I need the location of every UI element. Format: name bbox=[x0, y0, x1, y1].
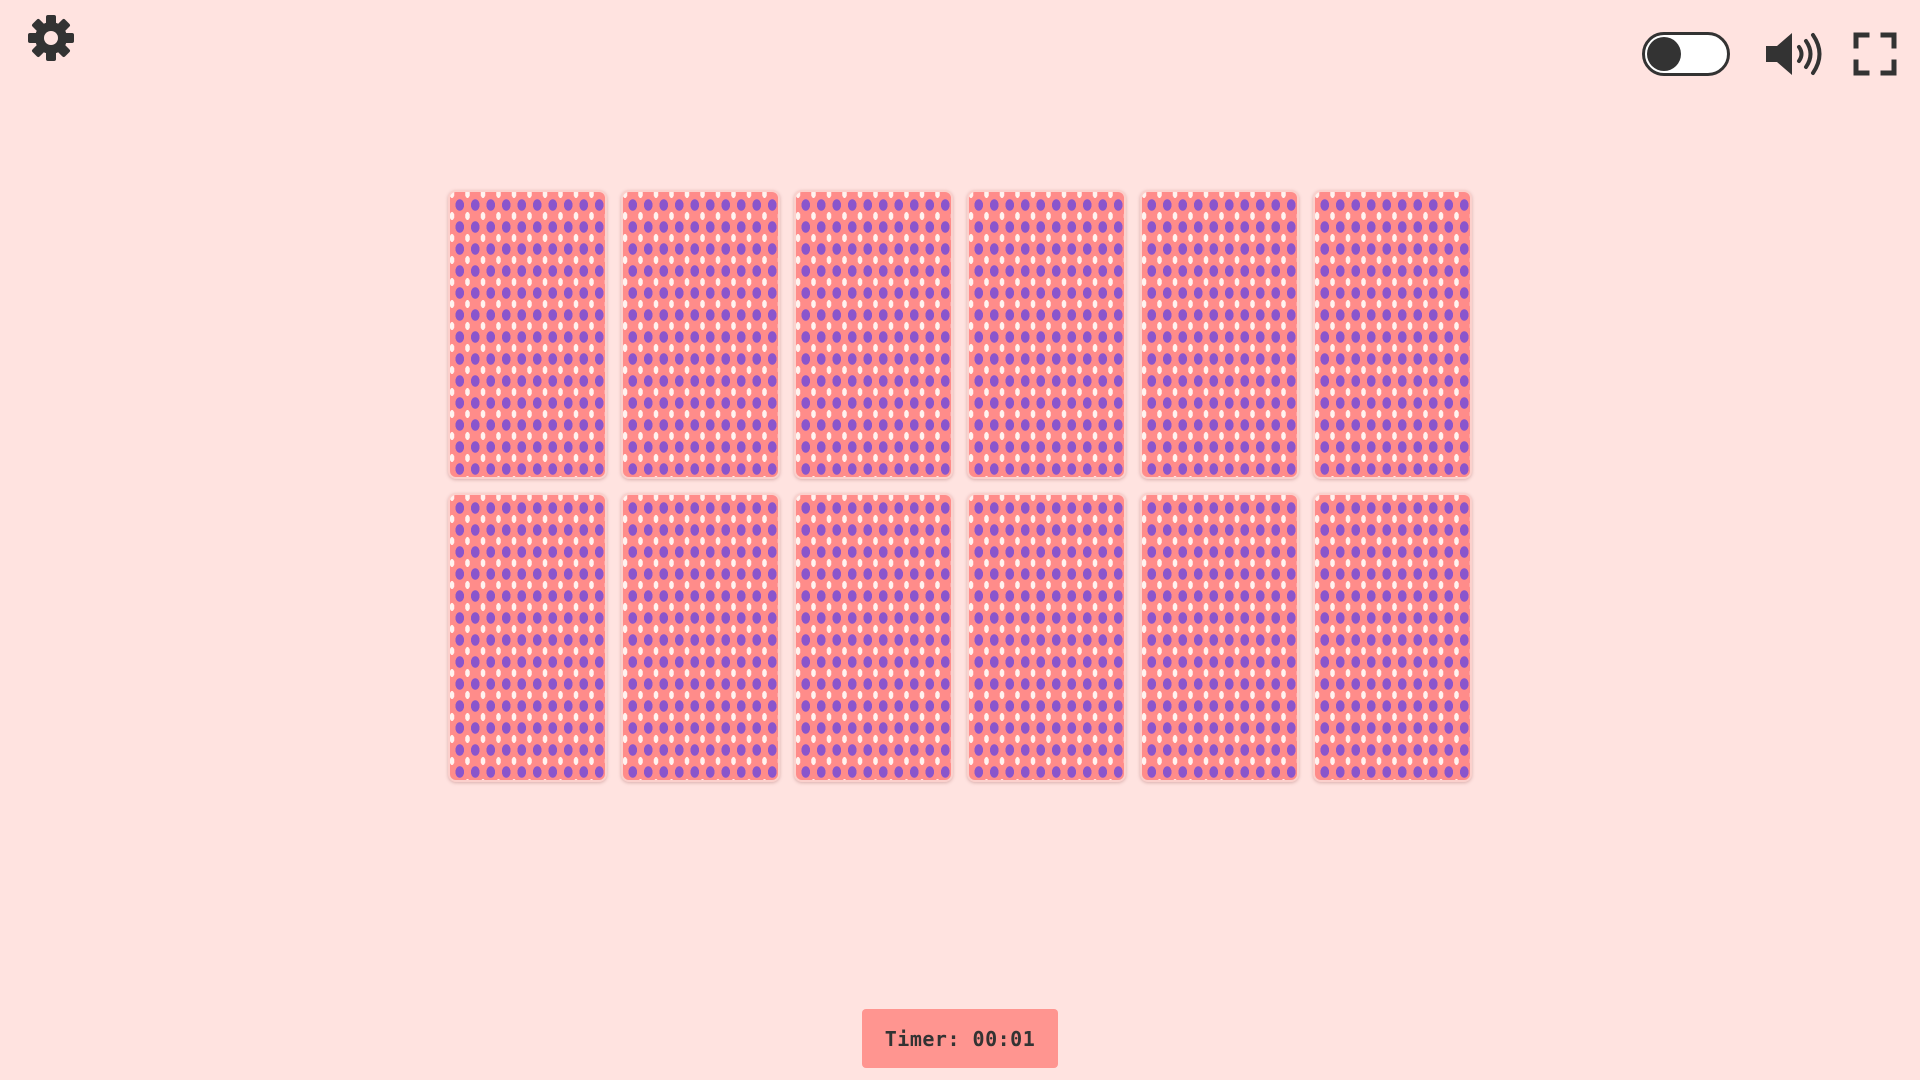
card-back[interactable] bbox=[967, 190, 1126, 479]
card-back[interactable] bbox=[967, 493, 1126, 782]
timer-display: Timer: 00:01 bbox=[862, 1009, 1058, 1068]
card-back[interactable] bbox=[448, 493, 607, 782]
card-back[interactable] bbox=[1313, 493, 1472, 782]
gear-icon bbox=[28, 15, 74, 61]
theme-toggle[interactable] bbox=[1642, 32, 1730, 76]
fullscreen-button[interactable] bbox=[1852, 31, 1898, 77]
card-back[interactable] bbox=[794, 493, 953, 782]
settings-button[interactable] bbox=[26, 13, 76, 63]
card-back[interactable] bbox=[448, 190, 607, 479]
fullscreen-icon bbox=[1853, 32, 1897, 76]
card-grid bbox=[448, 190, 1472, 782]
card-back[interactable] bbox=[794, 190, 953, 479]
card-back[interactable] bbox=[621, 493, 780, 782]
toggle-knob bbox=[1647, 37, 1681, 71]
card-back[interactable] bbox=[1140, 493, 1299, 782]
card-back[interactable] bbox=[1313, 190, 1472, 479]
card-back[interactable] bbox=[621, 190, 780, 479]
timer-label: Timer: 00:01 bbox=[884, 1026, 1036, 1051]
speaker-icon bbox=[1766, 33, 1822, 75]
card-back[interactable] bbox=[1140, 190, 1299, 479]
top-right-controls bbox=[1642, 26, 1898, 82]
sound-button[interactable] bbox=[1764, 29, 1826, 79]
